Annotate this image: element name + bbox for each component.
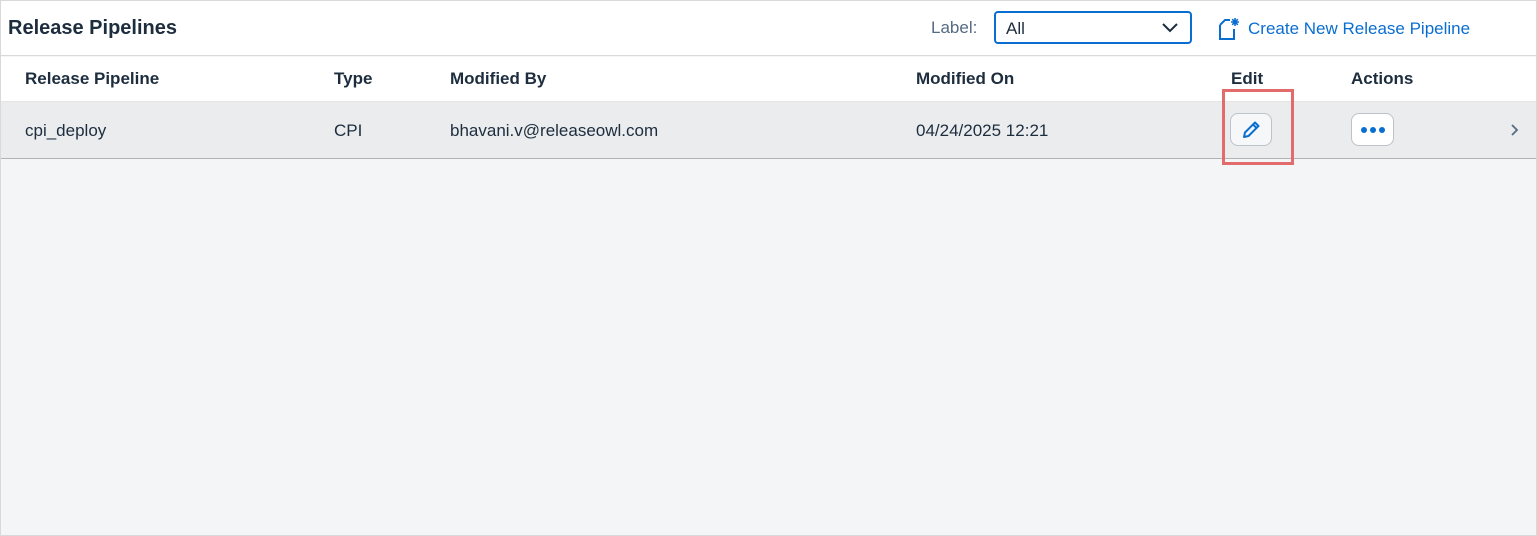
table-header: Release Pipeline Type Modified By Modifi… bbox=[1, 57, 1536, 102]
label-filter-select[interactable]: All bbox=[994, 11, 1192, 44]
column-header-modified-by: Modified By bbox=[450, 69, 547, 88]
actions-button[interactable] bbox=[1351, 113, 1394, 146]
column-header-modified-on: Modified On bbox=[916, 69, 1015, 88]
column-header-actions: Actions bbox=[1351, 69, 1414, 88]
create-button-label: Create New Release Pipeline bbox=[1248, 19, 1471, 38]
cell-modified-by: bhavani.v@releaseowl.com bbox=[450, 121, 659, 140]
chevron-down-icon bbox=[1162, 23, 1178, 33]
overflow-icon bbox=[1360, 126, 1385, 133]
new-document-icon bbox=[1219, 18, 1239, 40]
edit-highlight-box bbox=[1222, 89, 1294, 165]
chevron-right-icon[interactable] bbox=[1509, 122, 1521, 138]
page-title: Release Pipelines bbox=[8, 17, 177, 39]
toolbar: Release Pipelines Label: All Create New … bbox=[1, 1, 1536, 56]
cell-modified-on: 04/24/2025 12:21 bbox=[916, 121, 1049, 140]
label-filter-label: Label: bbox=[931, 18, 978, 37]
create-new-release-pipeline-button[interactable]: Create New Release Pipeline bbox=[1216, 15, 1470, 43]
column-header-type: Type bbox=[334, 69, 373, 88]
cell-type: CPI bbox=[334, 121, 363, 140]
column-header-edit: Edit bbox=[1231, 69, 1264, 88]
cell-release-pipeline: cpi_deploy bbox=[25, 121, 107, 140]
table-row[interactable]: cpi_deploy CPI bhavani.v@releaseowl.com … bbox=[1, 102, 1536, 159]
release-pipelines-panel: Release Pipelines Label: All Create New … bbox=[0, 0, 1537, 536]
column-header-release-pipeline: Release Pipeline bbox=[25, 69, 160, 88]
label-filter-value: All bbox=[1006, 19, 1025, 38]
